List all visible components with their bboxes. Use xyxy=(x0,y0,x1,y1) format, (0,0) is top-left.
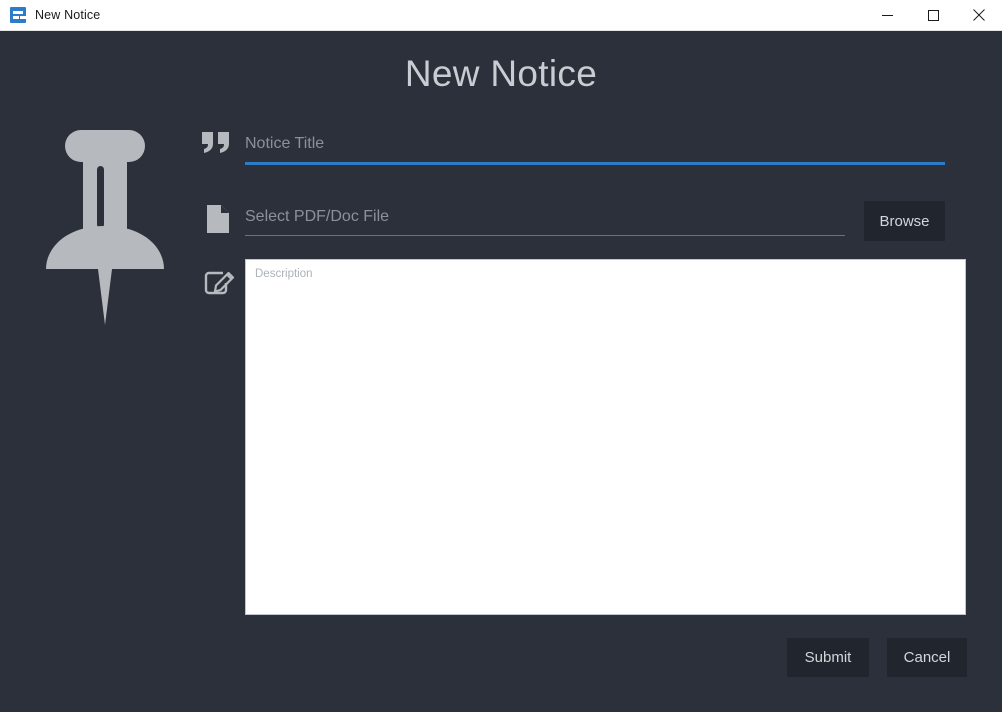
window-titlebar: New Notice xyxy=(0,0,1002,31)
description-textarea[interactable] xyxy=(245,259,966,615)
maximize-icon[interactable] xyxy=(910,0,956,30)
close-icon[interactable] xyxy=(956,0,1002,30)
notice-title-row xyxy=(200,126,945,166)
cancel-button[interactable]: Cancel xyxy=(887,638,967,677)
window-title: New Notice xyxy=(35,8,101,22)
edit-pencil-icon xyxy=(204,270,236,300)
file-path-underline xyxy=(245,235,845,236)
notice-app-icon xyxy=(10,7,26,23)
quote-icon xyxy=(200,128,234,158)
minimize-icon[interactable] xyxy=(864,0,910,30)
notice-title-input[interactable] xyxy=(245,126,945,162)
pushpin-icon xyxy=(38,130,172,325)
file-select-row: Browse xyxy=(200,196,945,256)
browse-button[interactable]: Browse xyxy=(864,201,945,241)
submit-button[interactable]: Submit xyxy=(787,638,869,677)
description-row xyxy=(200,258,966,615)
notice-form-panel: New Notice Browse xyxy=(0,31,1002,712)
file-path-input[interactable] xyxy=(245,202,843,232)
page-title: New Notice xyxy=(404,53,598,94)
notice-title-underline xyxy=(245,162,945,165)
document-icon xyxy=(206,204,230,234)
